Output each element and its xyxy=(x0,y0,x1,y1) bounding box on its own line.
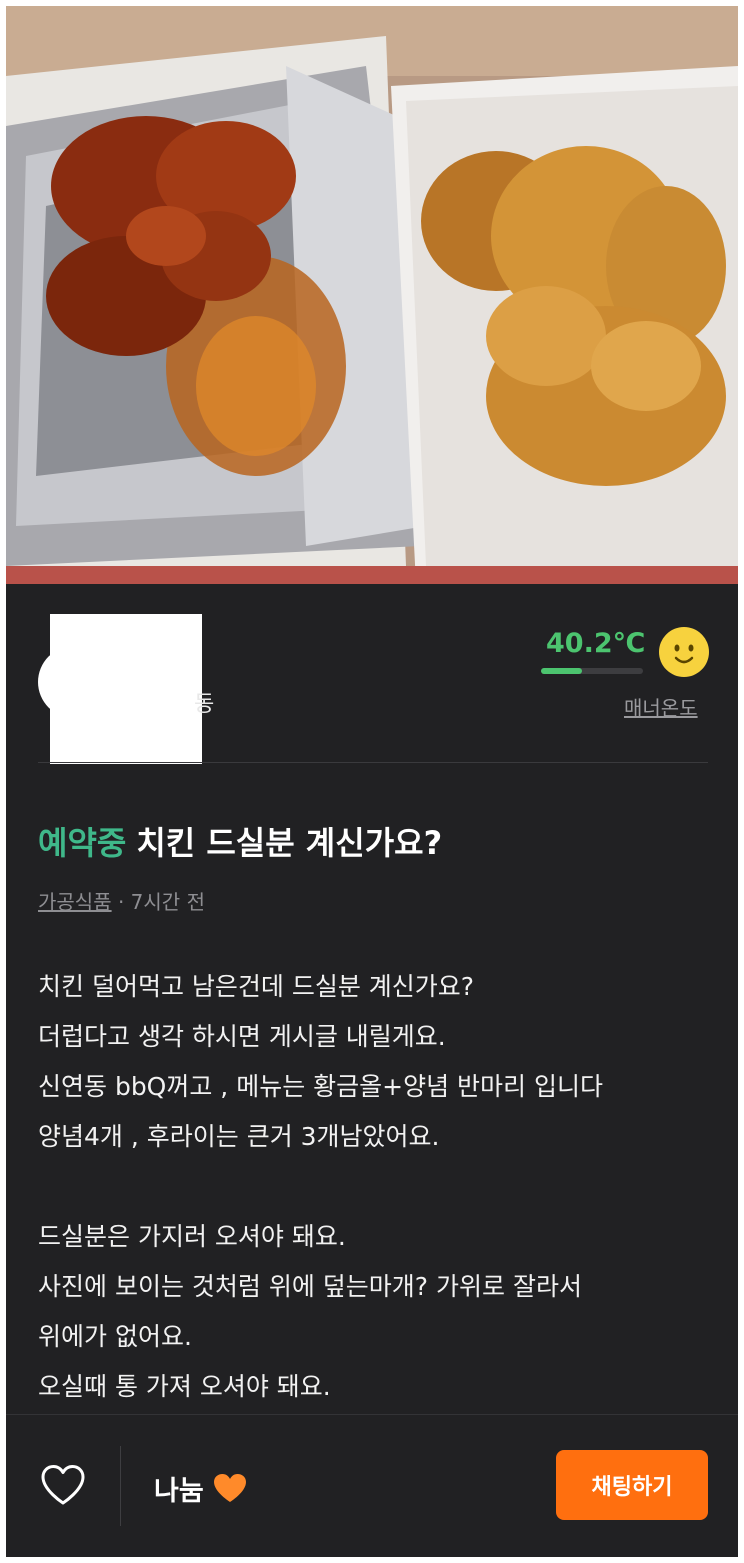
category-link[interactable]: 가공식품 xyxy=(38,890,112,914)
post-body-line: 치킨 덜어먹고 남은건데 드실분 계신가요? xyxy=(38,972,475,1001)
chat-button[interactable]: 채팅하기 xyxy=(556,1450,708,1520)
post-body: 치킨 덜어먹고 남은건데 드실분 계신가요? 더럽다고 생각 하시면 게시글 내… xyxy=(38,962,718,1412)
product-photo[interactable] xyxy=(6,6,738,584)
post-body-line: 양념4개 , 후라이는 큰거 3개남았어요. xyxy=(38,1122,440,1151)
redacted-seller-name xyxy=(50,614,202,764)
manner-temperature: 40.2℃ xyxy=(546,628,646,659)
post-title: 예약중 치킨 드실분 계신가요? xyxy=(38,818,442,864)
post-title-text: 치킨 드실분 계신가요? xyxy=(136,824,443,862)
manner-temperature-fill xyxy=(541,668,583,674)
post-body-line: 오실때 통 가져 오셔야 돼요. xyxy=(38,1372,331,1401)
post-body-line: 더럽다고 생각 하시면 게시글 내릴게요. xyxy=(38,1022,446,1051)
bottom-bar-separator xyxy=(120,1446,121,1526)
post-body-line: 사진에 보이는 것처럼 위에 덮는마개? 가위로 잘라서 xyxy=(38,1272,582,1301)
profile-divider xyxy=(38,762,708,763)
reservation-status-badge: 예약중 xyxy=(38,824,127,862)
post-body-line: 신연동 bbQ꺼고 , 메뉴는 황금올+양념 반마리 입니다 xyxy=(38,1072,603,1101)
manner-temperature-bar xyxy=(541,668,643,674)
heart-outline-icon[interactable] xyxy=(40,1464,86,1506)
seller-region: 동 xyxy=(194,692,215,717)
orange-heart-icon xyxy=(214,1474,246,1502)
post-time: · 7시간 전 xyxy=(111,890,205,914)
manner-temperature-label[interactable]: 매너온도 xyxy=(624,692,698,721)
smiling-face-icon xyxy=(659,627,709,677)
post-body-line: 위에가 없어요. xyxy=(38,1322,192,1351)
post-body-line: 드실분은 가지러 오셔야 돼요. xyxy=(38,1222,346,1251)
share-price-label: 나눔 xyxy=(154,1476,204,1507)
post-body-line xyxy=(38,1162,718,1212)
post-meta: 가공식품 · 7시간 전 xyxy=(38,886,205,915)
app-screen: 동 40.2℃ 매너온도 예약중 치킨 드실분 계신가요? 가공식품 · 7시간 … xyxy=(6,6,738,1557)
